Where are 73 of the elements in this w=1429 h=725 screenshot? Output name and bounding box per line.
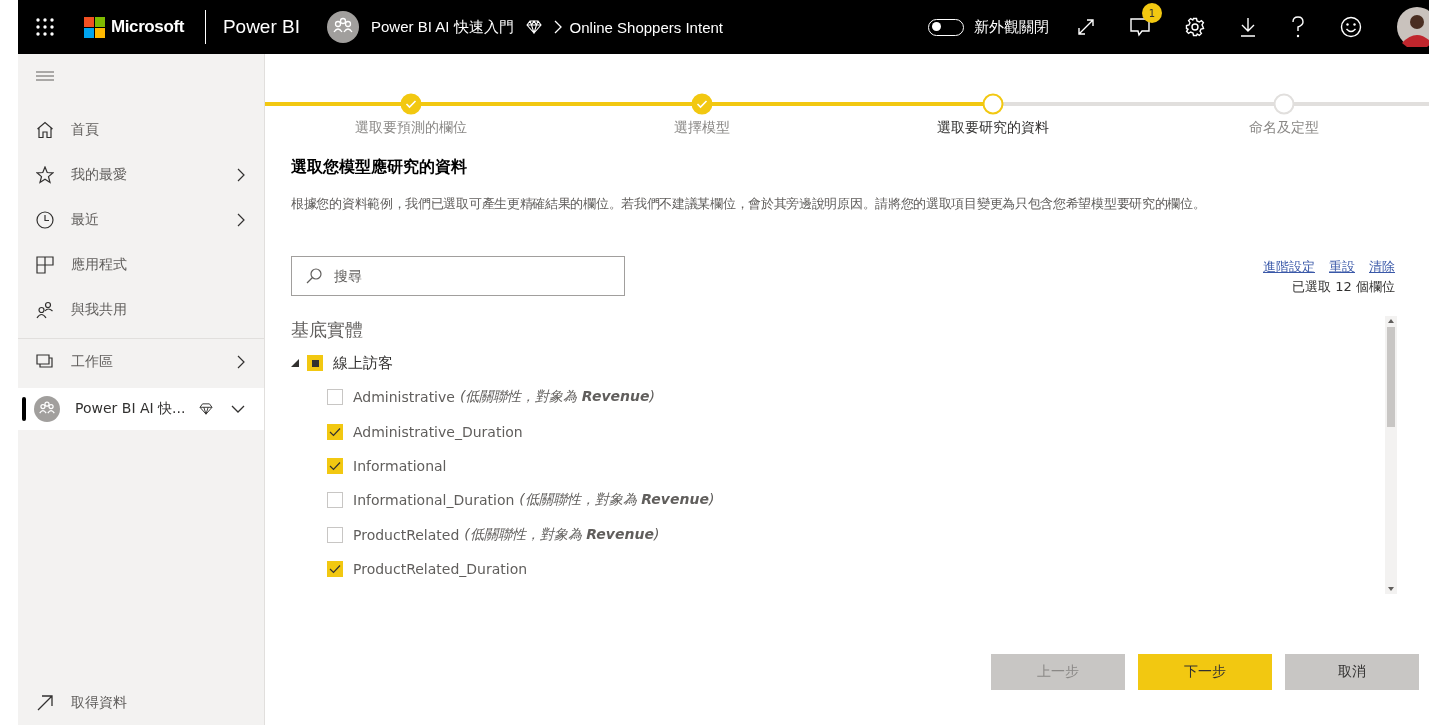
step-label: 選擇模型 xyxy=(673,119,730,137)
checkbox[interactable] xyxy=(327,389,343,406)
next-button[interactable]: 下一步 xyxy=(1138,654,1272,690)
checkbox[interactable] xyxy=(327,526,343,543)
download-icon[interactable] xyxy=(1240,17,1256,37)
secondary-button[interactable]: 取消 xyxy=(1285,654,1419,690)
chevron-right-icon xyxy=(553,20,562,34)
field-name: ProductRelated xyxy=(353,526,460,543)
scrollbar[interactable] xyxy=(1385,316,1397,594)
home-icon xyxy=(36,120,54,139)
product-name[interactable]: Power BI xyxy=(222,16,300,38)
table-name: 線上訪客 xyxy=(333,353,393,373)
workspace-item[interactable]: Power BI AI 快... xyxy=(18,388,264,430)
app-launcher-icon[interactable] xyxy=(36,18,54,36)
user-avatar[interactable] xyxy=(1397,7,1429,47)
settings-icon[interactable] xyxy=(1185,17,1205,37)
checkbox[interactable] xyxy=(307,355,323,371)
workspaces-icon xyxy=(36,353,54,370)
step-label: 選取要預測的欄位 xyxy=(354,119,467,137)
scroll-up-icon[interactable] xyxy=(1388,319,1394,323)
step-label: 命名及定型 xyxy=(1248,119,1319,137)
nav-item[interactable]: 與我共用 xyxy=(18,287,264,332)
apps-icon xyxy=(36,255,54,274)
field-name: ProductRelated_Duration xyxy=(353,561,528,578)
chevron-right-icon xyxy=(237,354,245,369)
nav-item[interactable]: 工作區 xyxy=(18,339,264,384)
entity-heading: 基底實體 xyxy=(291,318,364,342)
text-link[interactable]: 重設 xyxy=(1329,258,1355,276)
toggle-label: 新外觀關閉 xyxy=(974,17,1049,37)
scrollbar-thumb[interactable] xyxy=(1387,327,1395,427)
checkbox[interactable] xyxy=(327,457,343,474)
chevron-right-icon xyxy=(237,167,245,182)
clock-icon xyxy=(36,210,54,229)
text-link[interactable]: 進階設定 xyxy=(1263,258,1315,276)
smiley-icon[interactable] xyxy=(1340,16,1362,38)
search-field[interactable]: 搜尋 xyxy=(291,256,625,296)
chevron-right-icon xyxy=(237,212,245,227)
get-data-link[interactable]: 取得資料 xyxy=(18,680,264,725)
field-name: Informational xyxy=(353,457,447,474)
brand-name: Microsoft xyxy=(111,17,184,37)
workspace-icon xyxy=(34,396,60,422)
people-icon xyxy=(36,300,54,319)
selection-count: 已選取 12 個欄位 xyxy=(1292,278,1395,296)
notification-badge: 1 xyxy=(1142,3,1162,23)
checkbox[interactable] xyxy=(327,423,343,440)
search-icon xyxy=(306,268,322,284)
chat-icon[interactable] xyxy=(1130,17,1150,37)
checkbox[interactable] xyxy=(327,492,343,509)
scroll-down-icon[interactable] xyxy=(1388,587,1394,591)
star-icon xyxy=(36,165,54,184)
relevance-note: (低關聯性，對象為 Revenue) xyxy=(519,491,715,510)
expand-icon[interactable] xyxy=(1077,18,1095,36)
field-name: Administrative_Duration xyxy=(353,423,523,440)
expand-triangle-icon[interactable] xyxy=(291,359,299,367)
breadcrumb-link[interactable]: Power BI AI 快速入門 xyxy=(371,17,514,37)
nav-item[interactable]: 我的最愛 xyxy=(18,152,264,197)
step-label: 選取要研究的資料 xyxy=(936,119,1049,137)
nav-item[interactable]: 應用程式 xyxy=(18,242,264,287)
breadcrumb-link[interactable]: Online Shoppers Intent xyxy=(569,18,723,36)
microsoft-logo-icon xyxy=(84,16,105,38)
field-name: Informational_Duration xyxy=(353,492,515,509)
nav-item[interactable]: 最近 xyxy=(18,197,264,242)
description: 根據您的資料範例，我們已選取可產生更精確結果的欄位。若我們不建議某欄位，會於其旁邊說明原因。請將您的選取項目變更為只包含您希望模型要研究的欄位。 xyxy=(291,195,1207,213)
checkbox[interactable] xyxy=(327,561,343,578)
workspace-icon xyxy=(327,11,359,43)
relevance-note: (低關聯性，對象為 Revenue) xyxy=(459,388,655,407)
arrow-icon xyxy=(36,694,54,711)
field-name: Administrative xyxy=(353,389,455,406)
section-title: 選取您模型應研究的資料 xyxy=(291,157,468,178)
nav-item[interactable]: 首頁 xyxy=(18,107,264,152)
relevance-note: (低關聯性，對象為 Revenue) xyxy=(464,525,660,544)
help-icon[interactable] xyxy=(1291,16,1305,38)
text-link[interactable]: 清除 xyxy=(1369,258,1395,276)
